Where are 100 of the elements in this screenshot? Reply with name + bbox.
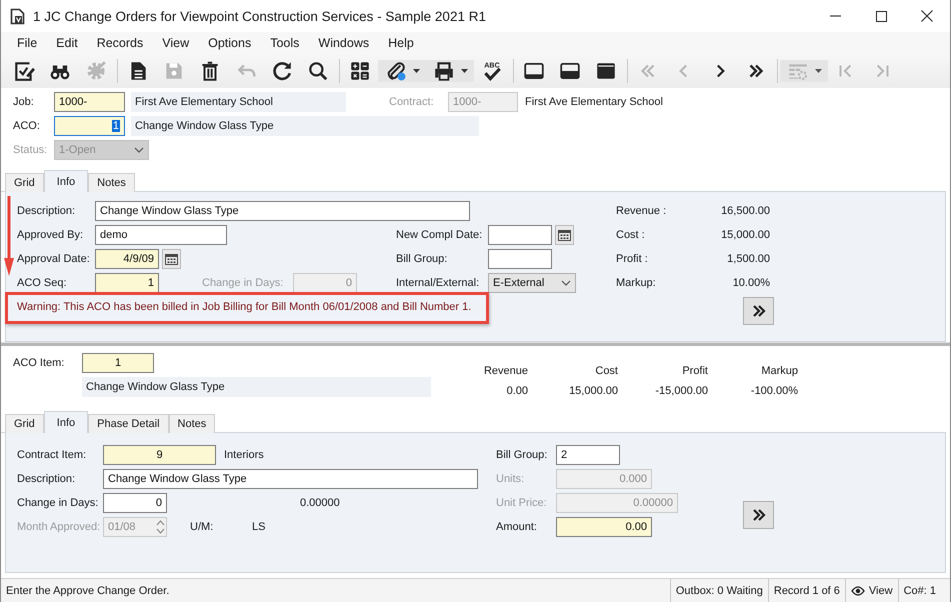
menu-item[interactable]: File xyxy=(17,36,38,50)
input-field[interactable] xyxy=(488,249,552,269)
maximize-icon xyxy=(876,10,886,22)
menu-item[interactable]: Windows xyxy=(318,36,370,50)
field-label: Month Approved: xyxy=(17,521,100,533)
tab[interactable]: Grid xyxy=(5,414,44,433)
summary-value: 15,000.00 xyxy=(568,385,618,399)
total-value: 10.00% xyxy=(732,277,770,289)
input-field[interactable]: 0.00 xyxy=(556,517,652,537)
input-field[interactable]: 1 xyxy=(54,116,125,136)
outbox-status: Outbox: 0 Waiting xyxy=(676,584,763,596)
caret-icon[interactable] xyxy=(461,68,468,72)
readonly-field: First Ave Elementary School xyxy=(131,92,346,112)
calendar-button[interactable] xyxy=(162,249,181,269)
menu-item[interactable]: Options xyxy=(208,36,252,50)
calendar-button[interactable] xyxy=(555,225,574,245)
factor-value: 0.00000 xyxy=(300,497,340,509)
double-chevron-right-icon xyxy=(752,509,766,521)
field-label: Contract: xyxy=(389,96,434,108)
total-label: Markup: xyxy=(616,277,656,289)
field-label: Approval Date: xyxy=(17,253,90,265)
company-status: Co#: 1 xyxy=(904,584,936,596)
total-label: Cost : xyxy=(616,229,645,241)
input-field[interactable]: demo xyxy=(95,225,227,245)
field-label: Approved By: xyxy=(17,229,84,241)
minimize-icon xyxy=(830,15,840,17)
field-label: Status: xyxy=(13,144,48,156)
field-label: Bill Group: xyxy=(496,449,548,461)
input-field[interactable]: 4/9/09 xyxy=(95,249,159,269)
input-field[interactable]: 0 xyxy=(103,493,167,513)
calendar-icon xyxy=(558,229,571,241)
calculator-icon[interactable] xyxy=(349,60,371,82)
menu-item[interactable]: Tools xyxy=(270,36,300,50)
dropdown[interactable]: E-External xyxy=(488,273,576,293)
chevron-down-icon xyxy=(561,280,571,286)
field-label: Internal/External: xyxy=(396,277,480,289)
window-title: 1 JC Change Orders for Viewpoint Construction Services - Sample 2021 R1 xyxy=(33,8,486,24)
total-value: 15,000.00 xyxy=(721,229,770,241)
column-header: Cost xyxy=(594,365,618,379)
tab[interactable]: Grid xyxy=(5,173,44,192)
tab[interactable]: Info xyxy=(44,411,88,433)
paperclip-icon[interactable] xyxy=(385,60,407,82)
column-header: Revenue xyxy=(482,365,528,379)
input-field[interactable]: 1000- xyxy=(54,92,125,112)
search-icon[interactable] xyxy=(307,60,329,82)
field-label: Change in Days: xyxy=(202,277,284,289)
field-label: Units: xyxy=(496,473,524,485)
field-label: ACO Seq: xyxy=(17,277,67,289)
field-label: Job: xyxy=(13,96,34,108)
close-icon xyxy=(921,10,933,22)
tab[interactable]: Notes xyxy=(88,173,135,192)
chevron-down-icon xyxy=(134,147,144,153)
input-field[interactable] xyxy=(488,225,552,245)
field-label: Amount: xyxy=(496,521,537,533)
input-field[interactable]: Change Window Glass Type xyxy=(103,469,478,489)
more-button[interactable] xyxy=(743,501,774,529)
record-position: Record 1 of 6 xyxy=(774,584,840,596)
input-field[interactable]: Change Window Glass Type xyxy=(95,201,470,221)
mode-status: View xyxy=(868,584,893,596)
summary-value: 0.00 xyxy=(506,385,528,399)
input-field[interactable]: 9 xyxy=(103,445,216,465)
column-header: Profit xyxy=(681,365,708,379)
status-message: Enter the Approve Change Order. xyxy=(6,584,170,596)
field-label: Unit Price: xyxy=(496,497,547,509)
menu-item[interactable]: View xyxy=(162,36,190,50)
summary-value: -100.00% xyxy=(750,385,798,399)
printer-icon[interactable] xyxy=(433,60,455,82)
double-chevron-right-icon xyxy=(752,305,766,317)
tab[interactable]: Phase Detail xyxy=(88,414,169,433)
readonly-field: Change Window Glass Type xyxy=(82,377,431,397)
input-field[interactable]: 1 xyxy=(82,353,154,373)
menu-item[interactable]: Records xyxy=(96,36,144,50)
input-field[interactable]: 1 xyxy=(95,273,159,293)
warning-message: Warning: This ACO has been billed in Job Billing for Bill Month 06/01/2008 and Bill Number 1. xyxy=(17,301,472,313)
field-label: U/M: xyxy=(190,521,214,533)
field-label: Description: xyxy=(17,473,76,485)
field-label: Description: xyxy=(17,205,76,217)
menu-item[interactable]: Help xyxy=(388,36,414,50)
item-name: Interiors xyxy=(224,449,264,461)
refresh-icon[interactable] xyxy=(271,60,293,82)
readonly-field: Change Window Glass Type xyxy=(131,116,479,136)
caret-icon[interactable] xyxy=(413,68,420,72)
edit-icon[interactable] xyxy=(13,60,35,82)
summary-value: -15,000.00 xyxy=(654,385,708,399)
total-value: 1,500.00 xyxy=(727,253,770,265)
contract-name: First Ave Elementary School xyxy=(525,96,663,108)
field-label: ACO Item: xyxy=(13,357,64,369)
tab[interactable]: Notes xyxy=(168,414,216,433)
total-label: Profit : xyxy=(616,253,648,265)
field-label: Bill Group: xyxy=(396,253,448,265)
menu-item[interactable]: Edit xyxy=(56,36,78,50)
calendar-icon xyxy=(165,253,178,265)
unit-of-measure: LS xyxy=(252,521,266,533)
total-label: Revenue : xyxy=(616,205,666,217)
app-icon xyxy=(10,8,25,24)
tab[interactable]: Info xyxy=(44,170,88,192)
input-field[interactable]: 2 xyxy=(556,445,620,465)
field-label: New Compl Date: xyxy=(396,229,482,241)
field-label: Contract Item: xyxy=(17,449,86,461)
more-button[interactable] xyxy=(743,297,774,325)
